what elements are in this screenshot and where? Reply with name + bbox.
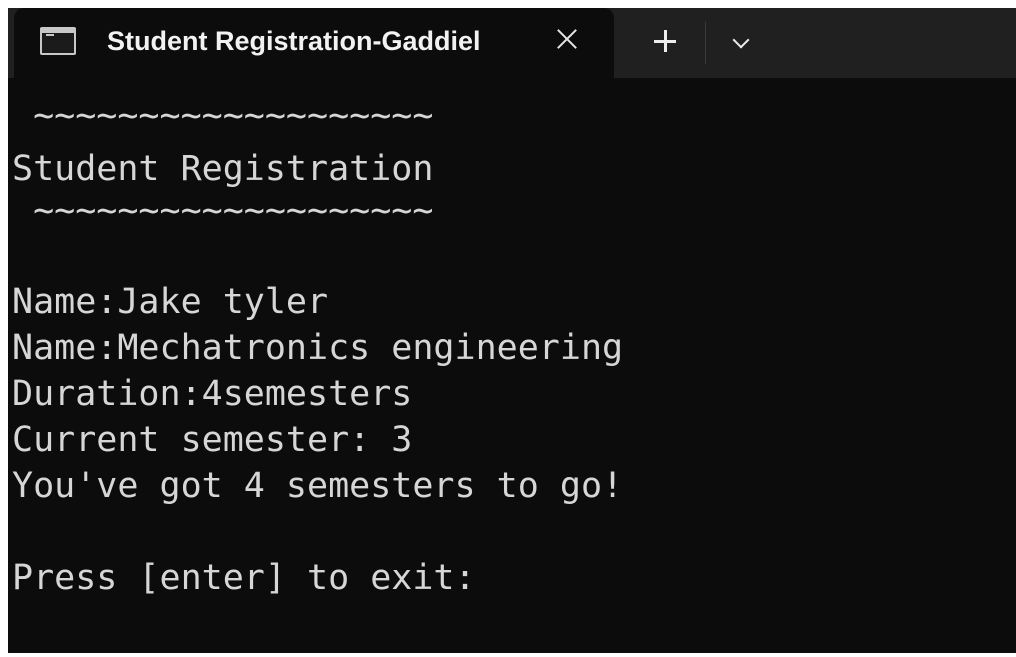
console-line: Student Registration: [12, 149, 434, 189]
console-line: ~~~~~~~~~~~~~~~~~~~: [12, 191, 434, 231]
close-icon[interactable]: [550, 22, 584, 56]
terminal-tab[interactable]: Student Registration-Gaddiel: [14, 8, 614, 78]
plus-icon[interactable]: [646, 22, 684, 60]
terminal-window: Student Registration-Gaddiel ~~~~~~~~~~~…: [8, 8, 1016, 653]
console-line: Current semester: 3: [12, 420, 413, 460]
console-line: Name:Jake tyler: [12, 282, 329, 322]
console-line: ~~~~~~~~~~~~~~~~~~~: [12, 96, 434, 136]
terminal-icon: [40, 27, 76, 55]
toolbar-divider: [705, 22, 706, 64]
console-line: Press [enter] to exit:: [12, 558, 476, 598]
title-bar: Student Registration-Gaddiel: [8, 8, 1016, 78]
console-output[interactable]: ~~~~~~~~~~~~~~~~~~~ Student Registration…: [8, 78, 1016, 653]
console-line: Name:Mechatronics engineering: [12, 328, 624, 368]
chevron-down-icon[interactable]: [724, 26, 758, 60]
tab-title: Student Registration-Gaddiel: [107, 26, 481, 56]
console-line: You've got 4 semesters to go!: [12, 466, 624, 506]
console-line: Duration:4semesters: [12, 374, 413, 414]
